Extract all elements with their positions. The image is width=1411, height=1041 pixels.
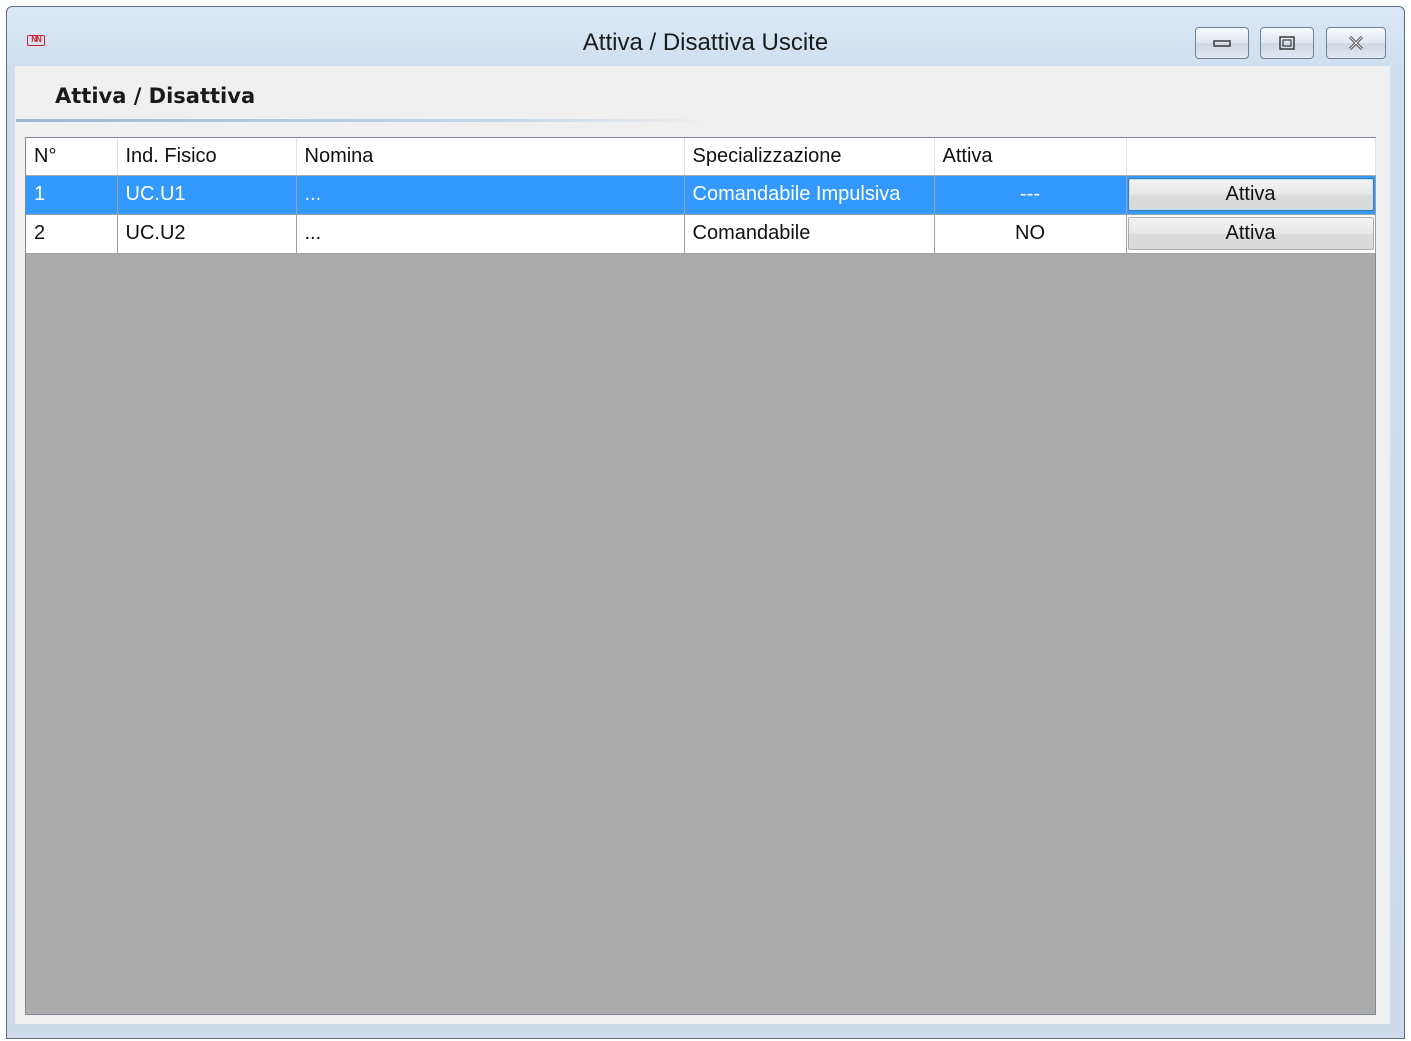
attiva-button[interactable]: Attiva [1127, 178, 1374, 211]
attiva-button[interactable]: Attiva [1127, 217, 1374, 250]
cell-specializzazione[interactable]: Comandabile Impulsiva [684, 175, 935, 215]
cell-nomina[interactable]: ... [296, 175, 685, 215]
cell-ind-fisico[interactable]: UC.U1 [117, 175, 297, 215]
cell-number[interactable]: 2 [26, 214, 118, 254]
cell-attiva[interactable]: NO [934, 214, 1127, 254]
close-button[interactable] [1326, 27, 1386, 59]
cell-attiva[interactable]: --- [934, 175, 1127, 215]
cell-action: Attiva [1126, 175, 1376, 215]
table-header-row: N° Ind. Fisico Nomina Specializzazione A… [26, 138, 1376, 176]
cell-action: Attiva [1126, 214, 1376, 254]
column-header-number[interactable]: N° [26, 138, 118, 176]
column-header-action[interactable] [1126, 138, 1376, 176]
outputs-grid[interactable]: N° Ind. Fisico Nomina Specializzazione A… [25, 137, 1376, 1015]
cell-nomina[interactable]: ... [296, 214, 685, 254]
maximize-icon [1279, 36, 1295, 50]
cell-specializzazione[interactable]: Comandabile [684, 214, 935, 254]
column-header-ind-fisico[interactable]: Ind. Fisico [117, 138, 297, 176]
cell-ind-fisico[interactable]: UC.U2 [117, 214, 297, 254]
column-header-specializzazione[interactable]: Specializzazione [684, 138, 935, 176]
maximize-button[interactable] [1260, 27, 1314, 59]
table-row[interactable]: 2 UC.U2 ... Comandabile NO Attiva [26, 214, 1376, 254]
close-icon [1348, 36, 1364, 50]
cell-number[interactable]: 1 [26, 175, 118, 215]
column-header-attiva[interactable]: Attiva [934, 138, 1127, 176]
title-bar[interactable]: NN Attiva / Disattiva Uscite [7, 7, 1404, 67]
minimize-button[interactable] [1195, 27, 1249, 59]
outputs-table: N° Ind. Fisico Nomina Specializzazione A… [26, 138, 1376, 254]
column-header-nomina[interactable]: Nomina [296, 138, 685, 176]
section-title: Attiva / Disattiva [55, 84, 256, 108]
table-row[interactable]: 1 UC.U1 ... Comandabile Impulsiva --- At… [26, 175, 1376, 215]
minimize-icon [1213, 40, 1231, 47]
section-divider [16, 119, 716, 122]
